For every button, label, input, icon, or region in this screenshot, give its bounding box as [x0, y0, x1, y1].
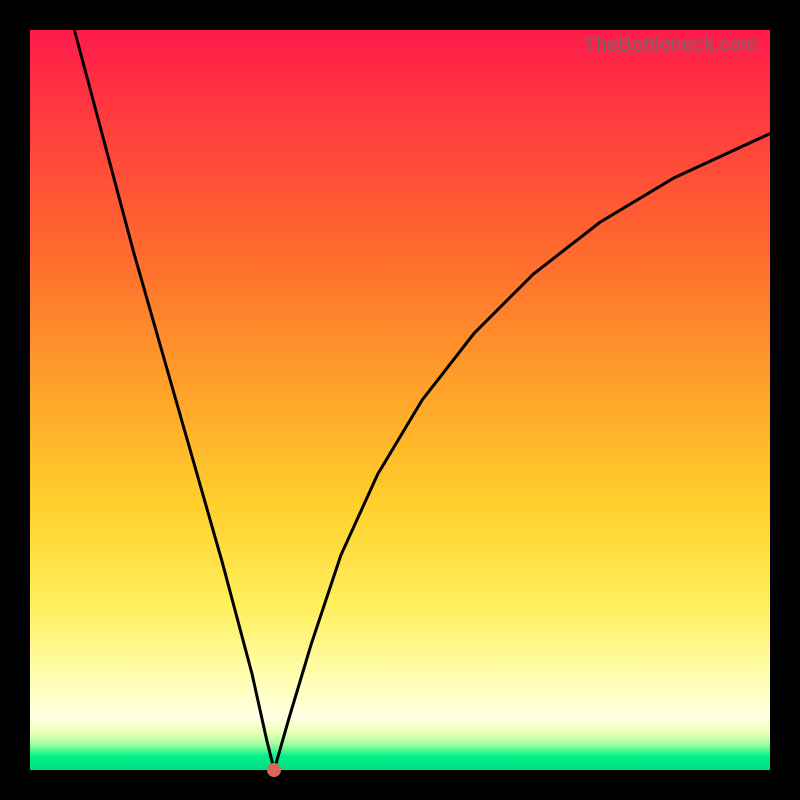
chart-frame: TheBottleneck.com — [0, 0, 800, 800]
plot-area: TheBottleneck.com — [30, 30, 770, 770]
minimum-marker — [267, 763, 281, 777]
bottleneck-curve — [30, 30, 770, 770]
curve-left — [74, 30, 274, 770]
curve-right — [274, 134, 770, 770]
